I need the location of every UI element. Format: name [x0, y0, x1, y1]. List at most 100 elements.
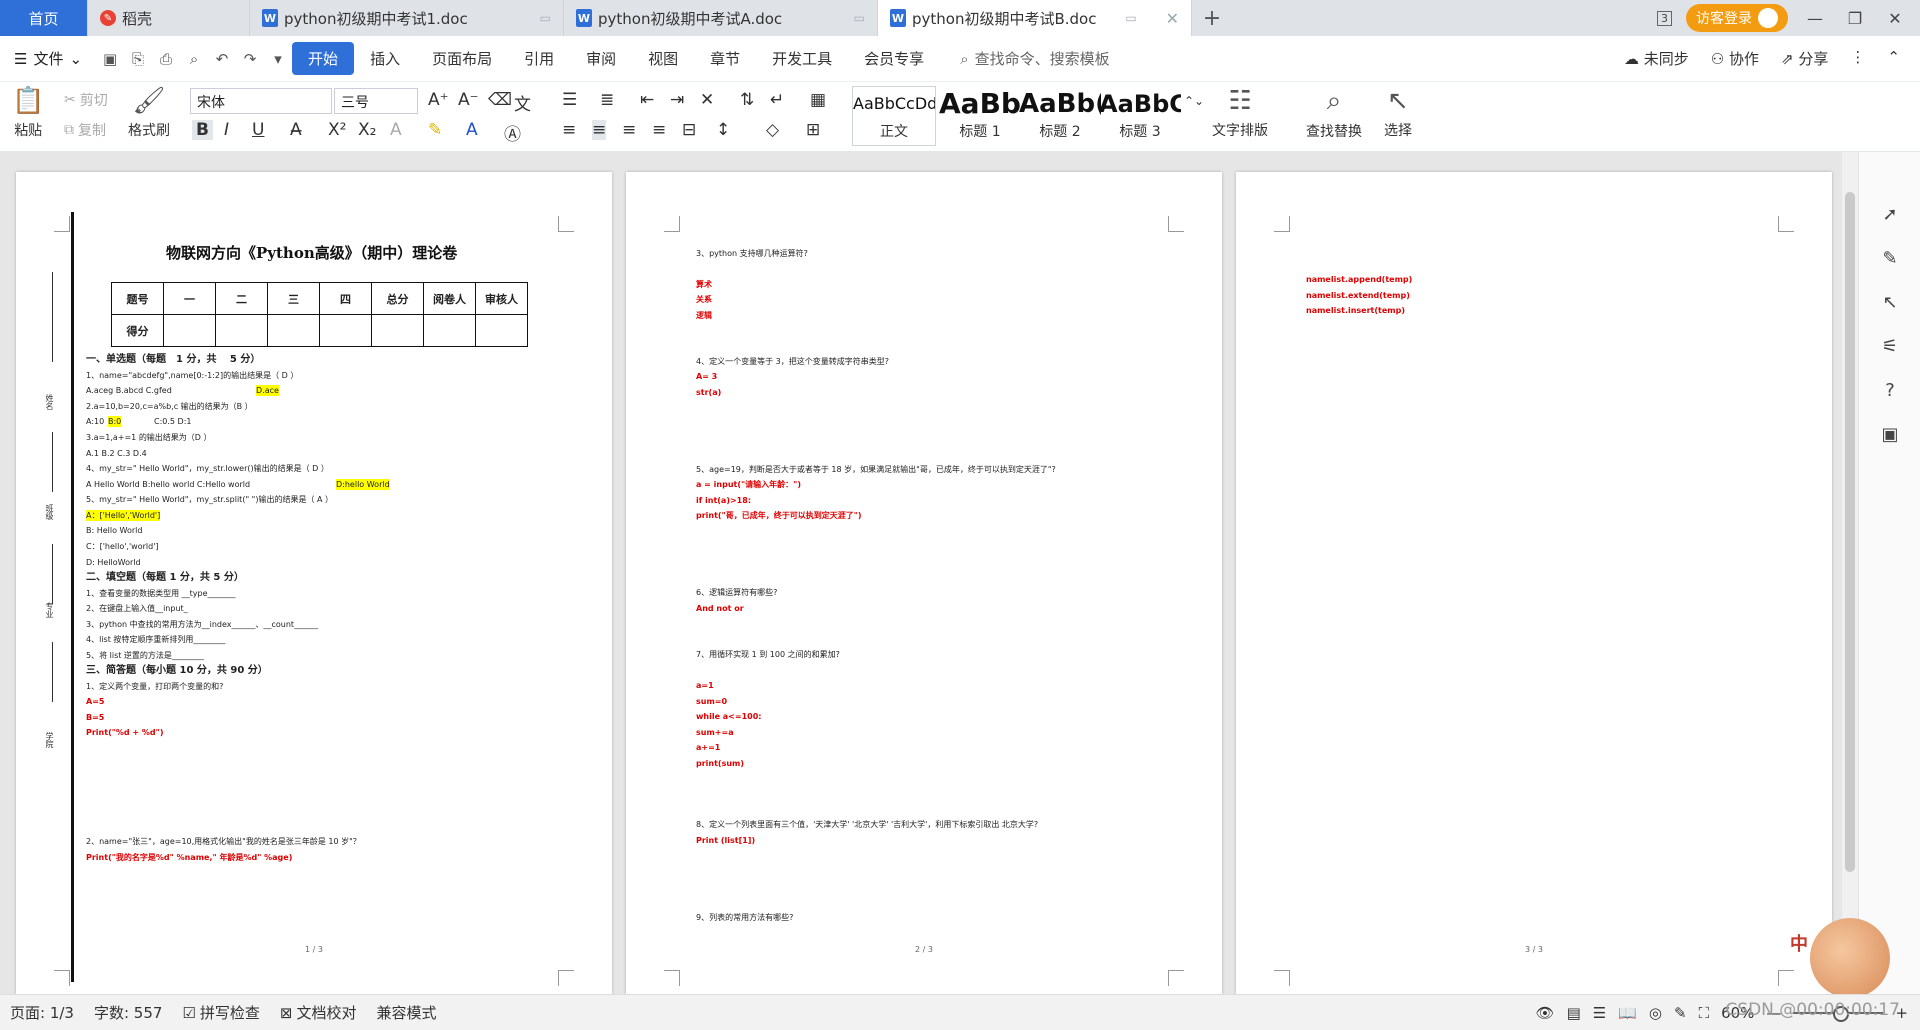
italic-icon[interactable]: I	[224, 120, 229, 140]
borders-icon[interactable]: ⊞	[806, 120, 820, 140]
vertical-scrollbar[interactable]	[1842, 152, 1858, 994]
tab-daoke[interactable]: ✎ 稻壳	[88, 0, 250, 36]
copy-button[interactable]: ⧉ 复制	[64, 120, 106, 140]
distribute-icon[interactable]: ⊟	[682, 120, 696, 140]
menu-view[interactable]: 视图	[632, 42, 694, 75]
tab-doc-1[interactable]: W python初级期中考试1.doc ▭	[250, 0, 564, 36]
visitor-login-button[interactable]: 访客登录	[1686, 4, 1788, 32]
format-painter-button[interactable]: 🖌 格式刷	[128, 86, 170, 140]
document-page-2[interactable]: 3、python 支持哪几种运算符? 算术 关系 逻辑 4、定义一个变量等于 3…	[626, 172, 1222, 994]
justify-icon[interactable]: ≡	[652, 120, 666, 140]
char-border-icon[interactable]: Ⓐ	[504, 120, 521, 145]
style-normal[interactable]: AaBbCcDd 正文	[852, 86, 936, 146]
phonetic-icon[interactable]: 文	[514, 90, 531, 115]
quick-access-chevron-icon[interactable]: ▾	[264, 50, 292, 68]
menu-review[interactable]: 审阅	[570, 42, 632, 75]
style-heading-2[interactable]: AaBb( 标题 2	[1018, 86, 1102, 146]
menu-member[interactable]: 会员专享	[848, 42, 940, 75]
more-icon[interactable]: ⋮	[1850, 48, 1865, 69]
pin-icon[interactable]: ▭	[1125, 11, 1136, 25]
read-view-icon[interactable]: 📖	[1618, 1004, 1637, 1022]
document-page-3[interactable]: namelist.append(temp) namelist.extend(te…	[1236, 172, 1832, 994]
spell-check-button[interactable]: ☑ 拼写检查	[172, 1002, 269, 1023]
strikethrough-icon[interactable]: A̶	[290, 120, 302, 140]
page-indicator[interactable]: 页面: 1/3	[0, 1002, 84, 1023]
font-family-select[interactable]: 宋体	[190, 88, 332, 114]
print-preview-icon[interactable]: ⌕	[180, 50, 208, 68]
page-view-icon[interactable]: ▤	[1567, 1004, 1581, 1022]
tab-doc-3[interactable]: W python初级期中考试B.doc ▭ ✕	[878, 0, 1192, 36]
style-heading-1[interactable]: AaBb 标题 1	[938, 86, 1022, 146]
shading-icon[interactable]: ◇	[766, 120, 779, 140]
menu-developer[interactable]: 开发工具	[756, 42, 848, 75]
tab-home[interactable]: 首页	[0, 0, 88, 36]
find-replace-button[interactable]: ⌕ 查找替换	[1306, 86, 1362, 141]
subscript-icon[interactable]: X₂	[358, 120, 376, 140]
style-heading-3[interactable]: AaBbC 标题 3	[1098, 86, 1182, 146]
menu-page-layout[interactable]: 页面布局	[416, 42, 508, 75]
shrink-font-icon[interactable]: A⁻	[458, 90, 479, 110]
new-tab-button[interactable]: +	[1192, 0, 1232, 36]
menu-home[interactable]: 开始	[292, 42, 355, 75]
pointer-icon[interactable]: ↖	[1879, 292, 1901, 314]
paste-button[interactable]: 📋 粘贴	[12, 86, 44, 140]
sync-button[interactable]: ☁ 未同步	[1624, 48, 1689, 69]
rocket-icon[interactable]: ➚	[1879, 204, 1901, 226]
document-page-1[interactable]: 姓名 班级 专业 学院 物联网方向《Python高级》（期中）理论卷 题号 一 …	[16, 172, 612, 994]
scrollbar-thumb[interactable]	[1845, 192, 1855, 872]
collaborate-button[interactable]: ⚇ 协作	[1711, 48, 1759, 69]
pin-icon[interactable]: ▭	[540, 11, 551, 25]
share-button[interactable]: ⇗ 分享	[1781, 48, 1828, 69]
numbered-list-icon[interactable]: ≣	[600, 90, 614, 110]
select-button[interactable]: ↖ 选择	[1384, 86, 1412, 140]
close-tab-icon[interactable]: ✕	[1166, 9, 1179, 28]
outline-view-icon[interactable]: ☰	[1593, 1004, 1606, 1022]
superscript-icon[interactable]: X²	[328, 120, 346, 140]
file-menu[interactable]: ☰ 文件 ⌄	[0, 48, 96, 69]
highlight-icon[interactable]: ✎	[428, 120, 442, 140]
font-size-select[interactable]: 三号	[334, 88, 418, 114]
pen-icon[interactable]: ✎	[1879, 248, 1901, 270]
fit-page-icon[interactable]: ⛶	[1699, 1004, 1710, 1022]
chinese-layout-icon[interactable]: ✕	[700, 90, 714, 110]
window-count-badge[interactable]: 3	[1657, 10, 1672, 26]
text-effect-icon[interactable]: A	[390, 120, 402, 140]
eye-protection-icon[interactable]: 👁	[1536, 1004, 1555, 1022]
line-spacing-icon[interactable]: ↕	[716, 120, 730, 140]
undo-icon[interactable]: ↶	[208, 50, 236, 68]
bullet-list-icon[interactable]: ☰	[562, 90, 577, 110]
show-marks-icon[interactable]: ↵	[770, 90, 784, 110]
decrease-indent-icon[interactable]: ⇤	[640, 90, 654, 110]
text-layout-button[interactable]: ☷ 文字排版	[1212, 86, 1268, 140]
sliders-icon[interactable]: ⚟	[1879, 336, 1901, 358]
print-icon[interactable]: ⎙	[152, 50, 180, 68]
image-tool-icon[interactable]: ▣	[1879, 424, 1901, 446]
proofread-button[interactable]: ⊠ 文档校对	[270, 1002, 367, 1023]
menu-references[interactable]: 引用	[508, 42, 570, 75]
sort-icon[interactable]: ⇅	[740, 90, 754, 110]
redo-icon[interactable]: ↷	[236, 50, 264, 68]
clear-format-icon[interactable]: ⌫	[488, 90, 512, 110]
increase-indent-icon[interactable]: ⇥	[670, 90, 684, 110]
underline-icon[interactable]: U	[252, 120, 264, 140]
pin-icon[interactable]: ▭	[854, 11, 865, 25]
mascot-assistant-icon[interactable]	[1810, 918, 1890, 998]
table-icon[interactable]: ▦	[810, 90, 826, 110]
cut-button[interactable]: ✂ 剪切	[64, 90, 108, 110]
help-icon[interactable]: ?	[1879, 380, 1901, 402]
close-window-icon[interactable]: ✕	[1882, 9, 1908, 28]
tab-doc-2[interactable]: W python初级期中考试A.doc ▭	[564, 0, 878, 36]
restore-icon[interactable]: ❐	[1842, 9, 1868, 28]
menu-section[interactable]: 章节	[694, 42, 756, 75]
styles-scroll-icon[interactable]: ⌃⌄	[1184, 94, 1204, 108]
minimize-icon[interactable]: —	[1802, 9, 1828, 28]
ime-indicator[interactable]: 中	[1790, 930, 1808, 956]
annotate-icon[interactable]: ✎	[1674, 1004, 1687, 1022]
grow-font-icon[interactable]: A⁺	[428, 90, 449, 110]
align-right-icon[interactable]: ≡	[622, 120, 636, 140]
save-icon[interactable]: ▣	[96, 50, 124, 68]
font-color-icon[interactable]: A	[466, 120, 478, 140]
share-doc-icon[interactable]: ⎘	[124, 50, 152, 68]
word-count[interactable]: 字数: 557	[84, 1002, 172, 1023]
web-view-icon[interactable]: ◎	[1649, 1004, 1662, 1022]
